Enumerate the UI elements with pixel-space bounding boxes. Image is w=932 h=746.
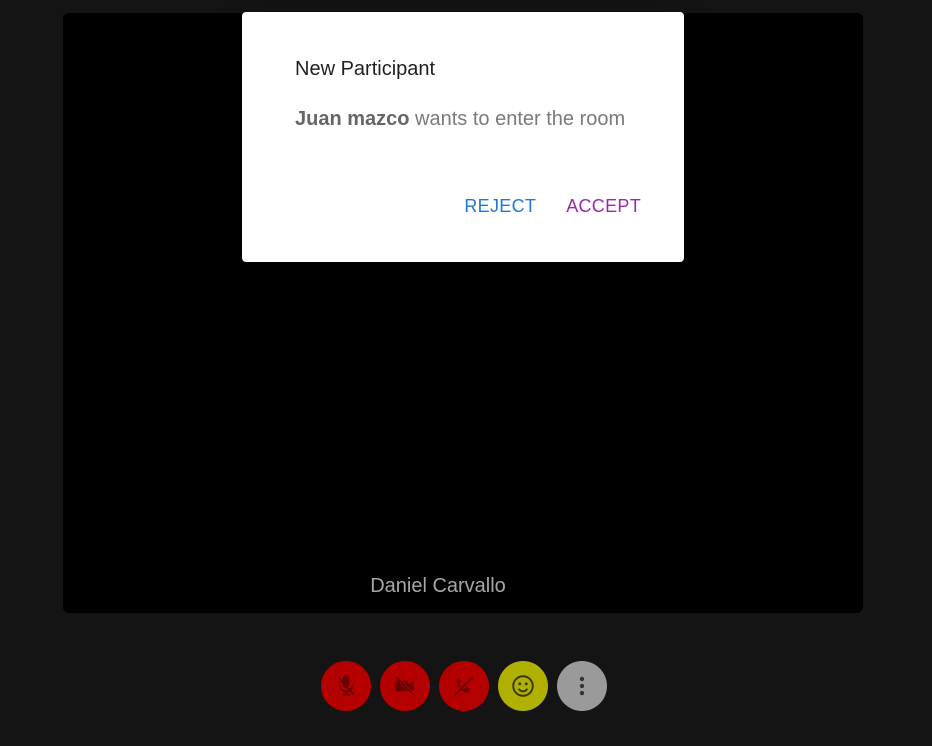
hang-up-button[interactable] xyxy=(439,661,489,711)
dialog-actions: REJECT ACCEPT xyxy=(464,196,641,217)
reject-button[interactable]: REJECT xyxy=(464,196,536,217)
dialog-message: Juan mazco wants to enter the room xyxy=(295,108,625,131)
accept-button[interactable]: ACCEPT xyxy=(566,196,641,217)
dialog-message-text: wants to enter the room xyxy=(409,108,626,130)
requester-name: Juan mazco xyxy=(295,108,410,130)
more-vert-icon xyxy=(579,676,585,696)
dialog-title: New Participant xyxy=(295,58,436,80)
call-toolbar xyxy=(321,661,607,711)
videocam-off-icon xyxy=(395,676,415,696)
reactions-button[interactable] xyxy=(498,661,548,711)
mic-off-icon xyxy=(337,675,355,696)
more-options-button[interactable] xyxy=(557,661,607,711)
call-end-icon xyxy=(454,676,474,696)
new-participant-dialog: New Participant Juan mazco wants to ente… xyxy=(242,12,684,262)
camera-off-button[interactable] xyxy=(380,661,430,711)
mute-microphone-button[interactable] xyxy=(321,661,371,711)
emoji-icon xyxy=(512,675,534,697)
participant-name-label: Daniel Carvallo xyxy=(370,575,506,597)
